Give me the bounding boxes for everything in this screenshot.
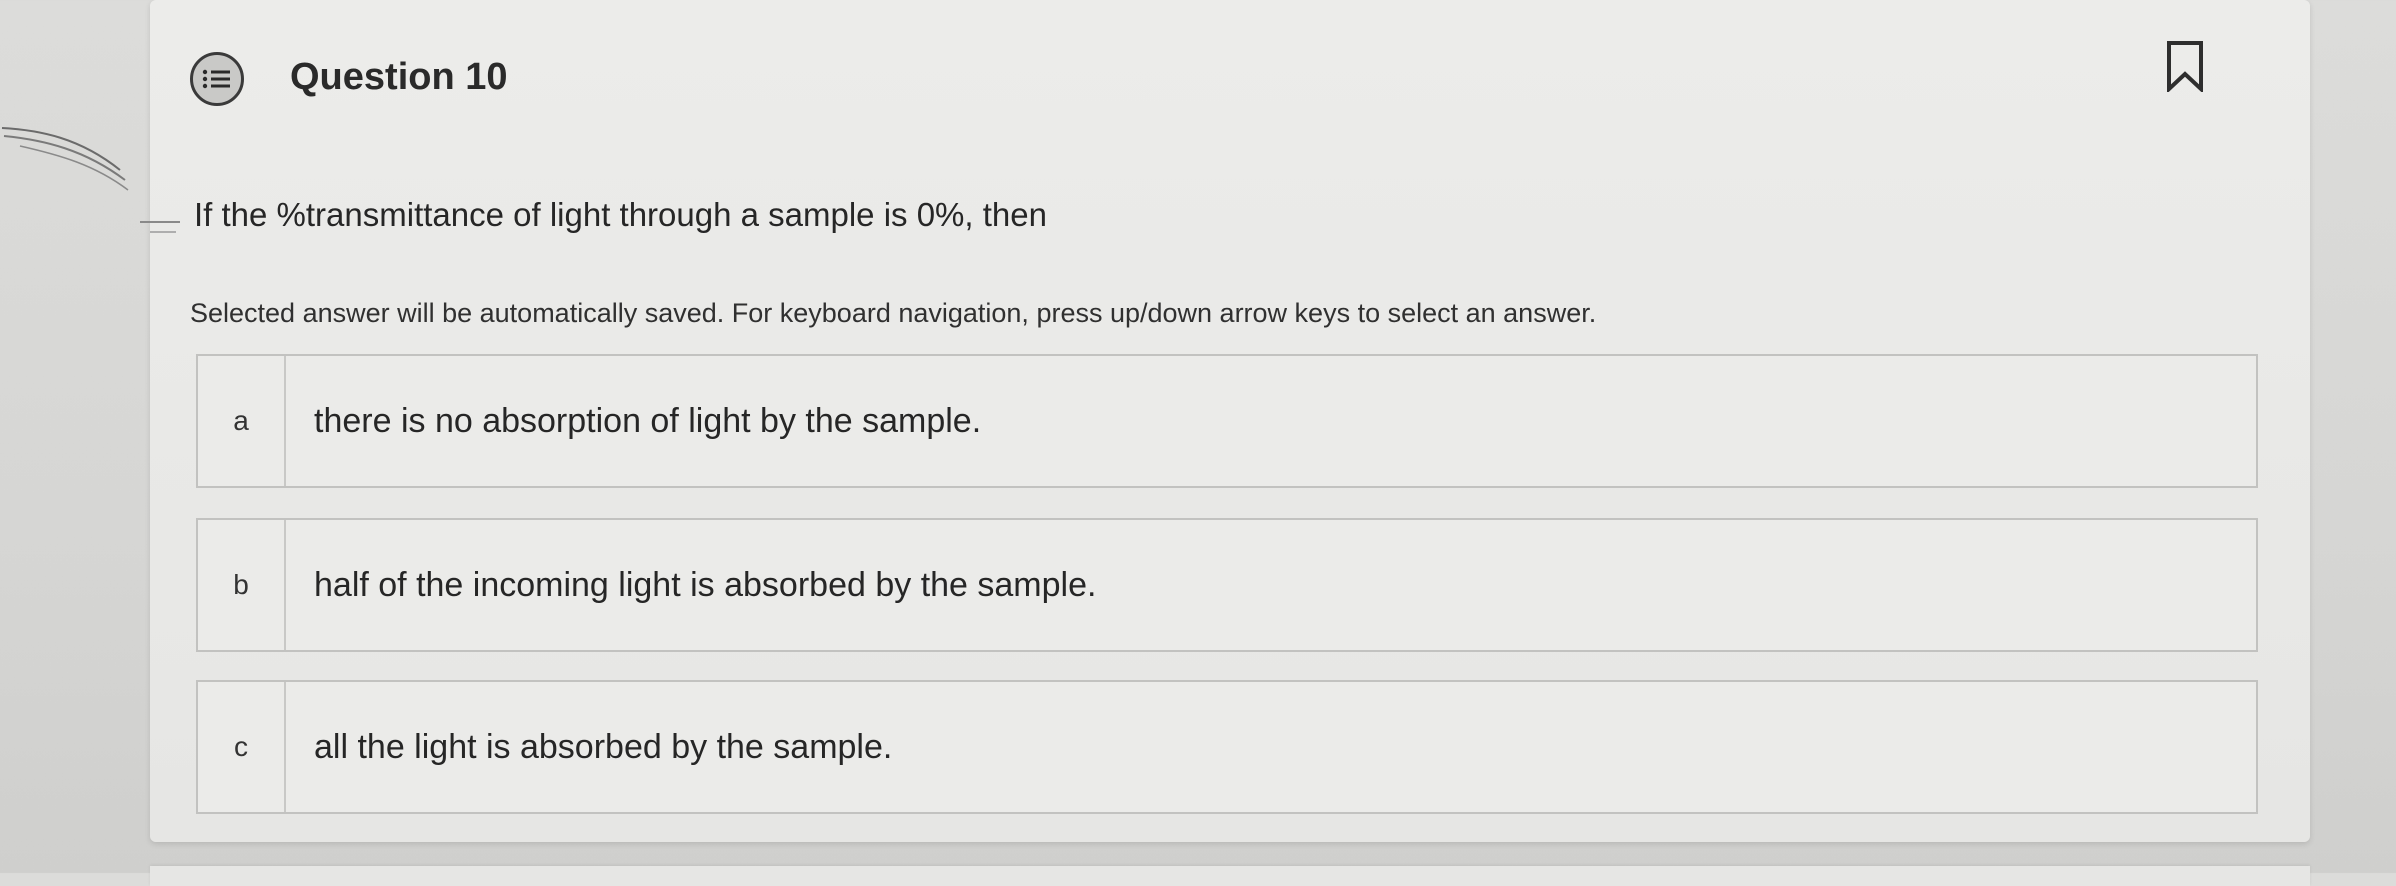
- bookmark-icon[interactable]: [2166, 40, 2204, 92]
- pen-scribble-mark: [1, 127, 180, 233]
- option-letter: a: [198, 356, 286, 486]
- option-letter: b: [198, 520, 286, 650]
- answer-option-a[interactable]: a there is no absorption of light by the…: [196, 354, 2258, 488]
- option-letter: c: [198, 682, 286, 812]
- question-text: If the %transmittance of light through a…: [194, 196, 1047, 233]
- option-text: all the light is absorbed by the sample.: [314, 727, 893, 766]
- instructions-text: Selected answer will be automatically sa…: [190, 298, 1597, 328]
- option-text: there is no absorption of light by the s…: [314, 401, 982, 440]
- answer-option-c[interactable]: c all the light is absorbed by the sampl…: [196, 680, 2258, 814]
- answer-option-b[interactable]: b half of the incoming light is absorbed…: [196, 518, 2258, 652]
- question-list-icon[interactable]: [190, 52, 244, 106]
- question-title: Question 10: [290, 56, 508, 98]
- option-text: half of the incoming light is absorbed b…: [314, 565, 1097, 604]
- next-question-card-edge: [150, 866, 2310, 886]
